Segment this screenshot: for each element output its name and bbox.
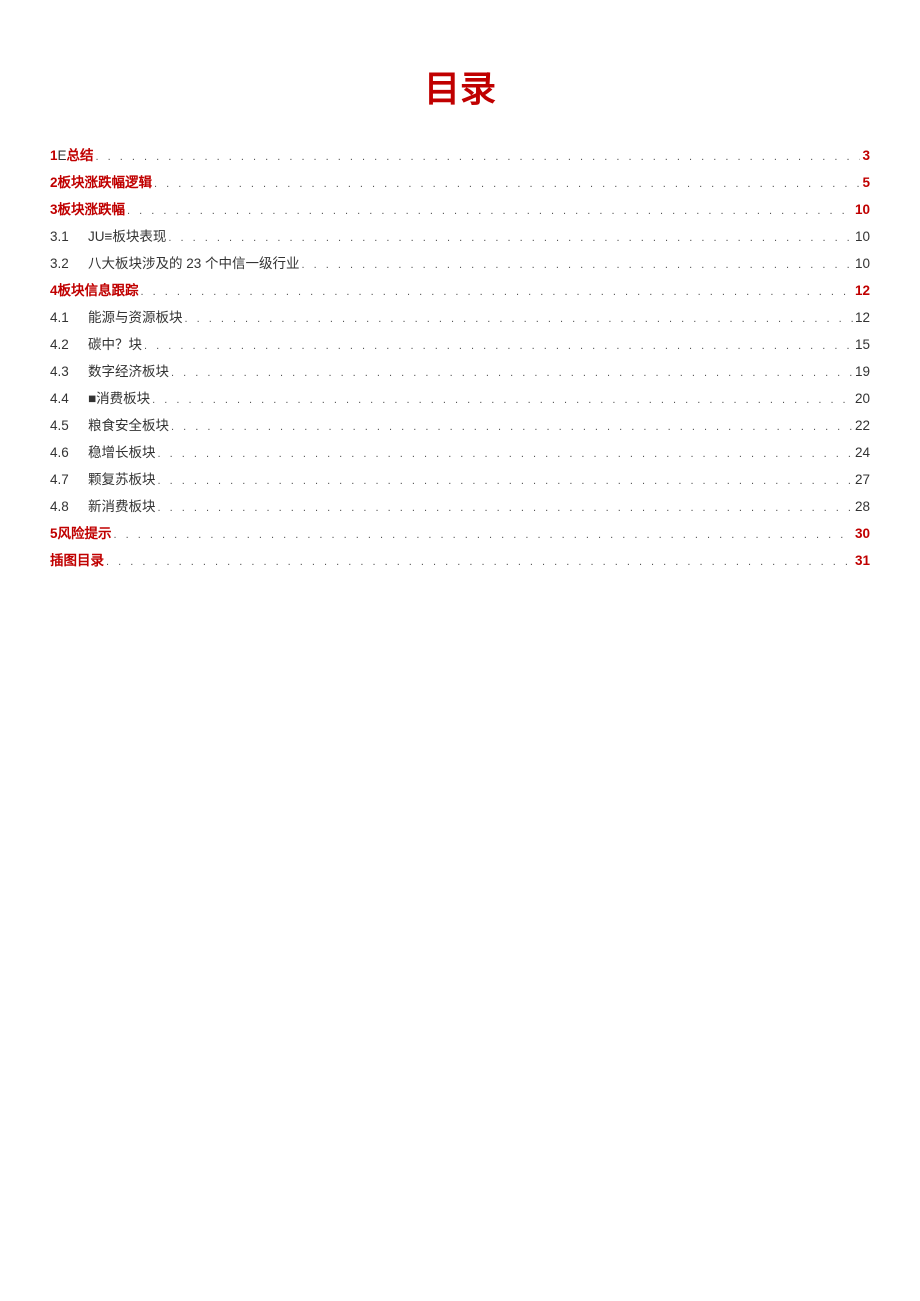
toc-entry-text: 总结 (67, 142, 94, 169)
toc-entry[interactable]: 4.3 数字经济板块 19 (50, 358, 870, 385)
toc-leader-dots (302, 250, 853, 277)
toc-entry[interactable]: 4.4 ■消费板块 20 (50, 385, 870, 412)
toc-entry-text: 插图目录 (50, 547, 104, 574)
toc-entry-page: 19 (855, 358, 870, 385)
toc-entry-page: 10 (855, 223, 870, 250)
toc-leader-dots (152, 385, 853, 412)
toc-leader-dots (171, 358, 853, 385)
toc-entry-page: 12 (855, 304, 870, 331)
toc-entry-number: 3 (50, 196, 58, 223)
toc-entry-number: 4.4 (50, 385, 78, 412)
toc-entry-page: 31 (855, 547, 870, 574)
toc-entry-text: 板块涨跌幅逻辑 (58, 169, 153, 196)
toc-entry-page: 22 (855, 412, 870, 439)
toc-entry[interactable]: 1E 总结 3 (50, 142, 870, 169)
toc-entry-number: 1 (50, 142, 58, 169)
toc-entry-text: 数字经济板块 (88, 358, 169, 385)
toc-entry[interactable]: 4.5 粮食安全板块 22 (50, 412, 870, 439)
toc-entry-text: 板块涨跌幅 (58, 196, 126, 223)
toc-entry-page: 28 (855, 493, 870, 520)
toc-entry-text: 碳中？块 (88, 331, 142, 358)
toc-entry-number: 4.2 (50, 331, 78, 358)
toc-entry-page: 30 (855, 520, 870, 547)
toc-entry-number: 4.5 (50, 412, 78, 439)
toc-entry[interactable]: 3.2 八大板块涉及的 23 个中信一级行业 10 (50, 250, 870, 277)
toc-entry[interactable]: 4 板块信息跟踪 12 (50, 277, 870, 304)
toc-entry-page: 10 (855, 196, 870, 223)
toc-leader-dots (144, 331, 853, 358)
toc-entry[interactable]: 4.7 颗复苏板块 27 (50, 466, 870, 493)
toc-leader-dots (106, 547, 853, 574)
toc-entry-text: 颗复苏板块 (88, 466, 156, 493)
toc-entry[interactable]: 3 板块涨跌幅 10 (50, 196, 870, 223)
toc-entry-text: 稳增长板块 (88, 439, 156, 466)
toc-entry-text: 风险提示 (58, 520, 112, 547)
toc-leader-dots (171, 412, 853, 439)
toc-entry[interactable]: 4.6 稳增长板块 24 (50, 439, 870, 466)
toc-entry-number: 4.6 (50, 439, 78, 466)
toc-entry-page: 27 (855, 466, 870, 493)
toc-entry-text: JU≡板块表现 (88, 223, 166, 250)
toc-leader-dots (96, 142, 861, 169)
toc-entry[interactable]: 4.2 碳中？块 15 (50, 331, 870, 358)
toc-entry-page: 12 (855, 277, 870, 304)
toc-entry-number: 4.3 (50, 358, 78, 385)
toc-entry-number: 2 (50, 169, 58, 196)
toc-leader-dots (114, 520, 853, 547)
toc-leader-dots (141, 277, 853, 304)
toc-leader-dots (158, 493, 853, 520)
toc-entry-text: 八大板块涉及的 23 个中信一级行业 (88, 250, 300, 277)
toc-entry-number: 4 (50, 277, 58, 304)
toc-entry-number: 3.2 (50, 250, 78, 277)
toc-leader-dots (154, 169, 860, 196)
toc-entry[interactable]: 4.1 能源与资源板块 12 (50, 304, 870, 331)
toc-leader-dots (158, 466, 853, 493)
toc-entry-page: 10 (855, 250, 870, 277)
toc-entry-page: 15 (855, 331, 870, 358)
toc-entry-page: 20 (855, 385, 870, 412)
toc-leader-dots (127, 196, 853, 223)
toc-entry-text: 粮食安全板块 (88, 412, 169, 439)
table-of-contents: 1E 总结32 板块涨跌幅逻辑53 板块涨跌幅103.1JU≡板块表现103.2… (50, 142, 870, 574)
toc-entry-number-suffix: E (58, 142, 67, 169)
toc-title: 目录 (50, 60, 870, 112)
toc-entry-text: 板块信息跟踪 (58, 277, 139, 304)
toc-entry-number: 3.1 (50, 223, 78, 250)
toc-entry-text: 新消费板块 (88, 493, 156, 520)
toc-leader-dots (168, 223, 853, 250)
toc-entry-number: 4.7 (50, 466, 78, 493)
toc-entry-page: 24 (855, 439, 870, 466)
toc-entry-page: 3 (862, 142, 870, 169)
toc-entry-text: ■消费板块 (88, 385, 150, 412)
toc-entry[interactable]: 3.1 JU≡板块表现 10 (50, 223, 870, 250)
toc-entry[interactable]: 5 风险提示 30 (50, 520, 870, 547)
toc-entry-number: 4.1 (50, 304, 78, 331)
toc-entry-number: 4.8 (50, 493, 78, 520)
toc-entry[interactable]: 2 板块涨跌幅逻辑 5 (50, 169, 870, 196)
toc-entry[interactable]: 插图目录 31 (50, 547, 870, 574)
toc-entry-page: 5 (862, 169, 870, 196)
toc-leader-dots (185, 304, 853, 331)
toc-leader-dots (158, 439, 853, 466)
toc-entry-text: 能源与资源板块 (88, 304, 183, 331)
toc-entry[interactable]: 4.8 新消费板块 28 (50, 493, 870, 520)
toc-entry-number: 5 (50, 520, 58, 547)
